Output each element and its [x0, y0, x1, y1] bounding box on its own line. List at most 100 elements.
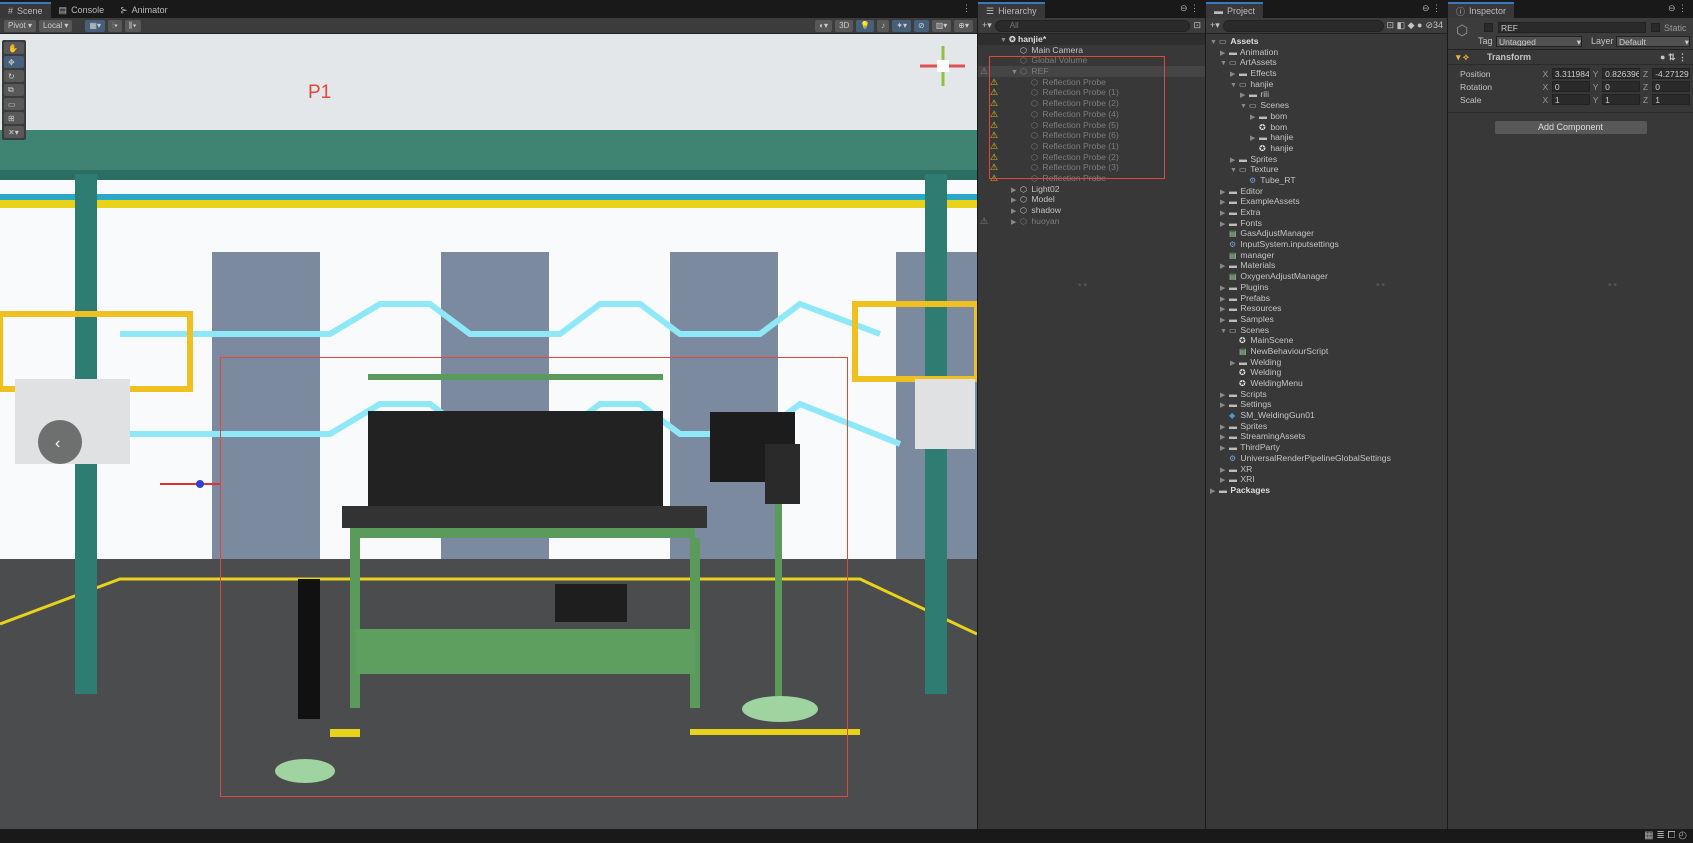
project-item[interactable]: ✪ Welding	[1206, 367, 1447, 378]
lock-icon[interactable]: ⊖ ⋮	[1180, 3, 1199, 14]
project-item[interactable]: ▶ ▬ Resources	[1206, 303, 1447, 314]
project-item[interactable]: ▤ GasAdjustManager	[1206, 228, 1447, 239]
check-icon[interactable]: ◴	[1678, 830, 1687, 841]
project-item[interactable]: ✪ bom	[1206, 122, 1447, 133]
project-item[interactable]: ▶ ▬ Sprites	[1206, 421, 1447, 432]
lighting-toggle[interactable]: 💡	[856, 19, 875, 32]
align-button[interactable]: ⫼▾	[124, 19, 141, 32]
project-item[interactable]: ▶ ▬ Packages	[1206, 485, 1447, 496]
project-item[interactable]: ▶ ▬ hanjie	[1206, 132, 1447, 143]
z-field[interactable]: -4.27129	[1652, 68, 1690, 79]
project-item[interactable]: ▶ ▬ ExampleAssets	[1206, 196, 1447, 207]
project-item[interactable]: ▤ OxygenAdjustManager	[1206, 271, 1447, 282]
project-item[interactable]: ✪ WeldingMenu	[1206, 378, 1447, 389]
scale-tool-icon[interactable]: ⧉	[4, 84, 24, 96]
project-item[interactable]: ▼ ▭ Assets	[1206, 36, 1447, 47]
hidden-objects-toggle[interactable]: ⊘	[914, 19, 929, 32]
hierarchy-item[interactable]: ⬡ Main Camera	[978, 45, 1205, 56]
audio-toggle[interactable]: ♪	[877, 19, 890, 32]
custom-tool-icon[interactable]: ✕▾	[4, 126, 24, 138]
grid-snap-button[interactable]: ▦▾	[85, 19, 105, 32]
tag-dropdown[interactable]: Untagged ▾	[1496, 36, 1582, 47]
project-item[interactable]: ⚙ InputSystem.inputsettings	[1206, 239, 1447, 250]
add-icon[interactable]: +▾	[982, 20, 992, 31]
hand-tool-icon[interactable]: ✋	[4, 42, 24, 54]
project-item[interactable]: ▤ manager	[1206, 250, 1447, 261]
add-icon[interactable]: +▾	[1210, 20, 1220, 31]
draw-mode-dropdown[interactable]: ◐▾	[815, 19, 833, 32]
project-item[interactable]: ▶ ▬ Settings	[1206, 399, 1447, 410]
project-item[interactable]: ▶ ▬ XRI	[1206, 474, 1447, 485]
cache-icon[interactable]: ≣	[1656, 830, 1664, 841]
project-item[interactable]: ▶ ▬ Extra	[1206, 207, 1447, 218]
project-item[interactable]: ▶ ▬ Fonts	[1206, 218, 1447, 229]
hierarchy-item[interactable]: ▶ ⬡ Model	[978, 194, 1205, 205]
project-item[interactable]: ▶ ▬ XR	[1206, 464, 1447, 475]
add-component-button[interactable]: Add Component	[1494, 121, 1647, 134]
project-item[interactable]: ▶ ▬ Samples	[1206, 314, 1447, 325]
lock-icon[interactable]: ⊖ ⋮	[1422, 3, 1441, 14]
scene-root-row[interactable]: ▼ ✪ hanjie*	[978, 34, 1205, 45]
z-field[interactable]: 0	[1652, 81, 1690, 92]
hierarchy-search-input[interactable]: All	[994, 19, 1191, 32]
component-menu-icon[interactable]: ● ⇅ ⋮	[1660, 52, 1687, 63]
project-item[interactable]: ▼ ▭ Scenes	[1206, 325, 1447, 336]
filter-icons[interactable]: ⊡ ◧ ◆ ●	[1387, 20, 1423, 31]
expand-arrow-icon[interactable]: ▶	[1011, 218, 1020, 229]
camera-dropdown[interactable]: ▥▾	[931, 19, 952, 32]
project-item[interactable]: ▶ ▬ rili	[1206, 89, 1447, 100]
project-search-input[interactable]	[1222, 19, 1384, 32]
x-field[interactable]: 0	[1551, 81, 1590, 92]
active-checkbox[interactable]	[1484, 23, 1493, 32]
project-item[interactable]: ▶ ▬ Scripts	[1206, 389, 1447, 400]
y-field[interactable]: 0.826396	[1602, 68, 1640, 79]
transform-tool-icon[interactable]: ⊞	[4, 112, 24, 124]
y-field[interactable]: 1	[1602, 94, 1640, 105]
static-checkbox[interactable]	[1651, 23, 1660, 32]
hierarchy-item[interactable]: ▶ ⬡ Light02	[978, 184, 1205, 195]
lock-icon[interactable]: ⊖ ⋮	[1668, 3, 1687, 14]
hierarchy-item[interactable]: ▶ ⬡ shadow	[978, 205, 1205, 216]
project-item[interactable]: ▶ ▬ Welding	[1206, 357, 1447, 368]
project-item[interactable]: ▶ ▬ Animation	[1206, 47, 1447, 58]
tab-console[interactable]: ▤ Console	[51, 2, 113, 18]
more-icon[interactable]: ⋮	[962, 3, 971, 14]
x-field[interactable]: 1	[1551, 94, 1590, 105]
layer-dropdown[interactable]: Default ▾	[1616, 36, 1690, 47]
move-tool-icon[interactable]: ✥	[4, 56, 24, 68]
project-item[interactable]: ⚙ UniversalRenderPipelineGlobalSettings	[1206, 453, 1447, 464]
project-item[interactable]: ▶ ▬ bom	[1206, 111, 1447, 122]
project-item[interactable]: ✪ MainScene	[1206, 335, 1447, 346]
project-item[interactable]: ▶ ▬ Prefabs	[1206, 293, 1447, 304]
progress-icon[interactable]: ▦	[1644, 830, 1653, 841]
pivot-dropdown[interactable]: Pivot ▾	[4, 19, 37, 32]
x-field[interactable]: 3.311984	[1551, 68, 1590, 79]
tab-inspector[interactable]: ⓘ Inspector	[1448, 2, 1515, 18]
project-item[interactable]: ▶ ▬ Materials	[1206, 260, 1447, 271]
debug-icon[interactable]: ⧠	[1667, 830, 1675, 841]
expand-arrow-icon[interactable]: ▶	[1210, 487, 1219, 498]
toggle-2d-button[interactable]: 3D	[835, 19, 854, 32]
project-item[interactable]: ▶ ▬ Plugins	[1206, 282, 1447, 293]
project-item[interactable]: ▼ ▭ ArtAssets	[1206, 57, 1447, 68]
local-dropdown[interactable]: Local ▾	[39, 19, 73, 32]
project-item[interactable]: ✪ hanjie	[1206, 143, 1447, 154]
object-name-field[interactable]: REF	[1498, 22, 1646, 33]
project-item[interactable]: ▶ ▬ ThirdParty	[1206, 442, 1447, 453]
snap-increment-button[interactable]: ⫶▾	[108, 19, 122, 32]
scene-view[interactable]: ‹ P1 ✋ ✥ ↻ ⧉ ▭ ⊞ ✕▾	[0, 34, 977, 829]
project-item[interactable]: ▤ NewBehaviourScript	[1206, 346, 1447, 357]
project-item[interactable]: ▶ ▬ Effects	[1206, 68, 1447, 79]
rotate-tool-icon[interactable]: ↻	[4, 70, 24, 82]
project-item[interactable]: ▶ ▬ Editor	[1206, 186, 1447, 197]
z-field[interactable]: 1	[1652, 94, 1690, 105]
hierarchy-item[interactable]: ▶ ⬡ huoyan ⚠	[978, 216, 1205, 227]
project-item[interactable]: ▼ ▭ hanjie	[1206, 79, 1447, 90]
tab-hierarchy[interactable]: ☰ Hierarchy	[978, 2, 1045, 18]
rect-tool-icon[interactable]: ▭	[4, 98, 24, 110]
gizmos-dropdown[interactable]: ⊕▾	[954, 19, 973, 32]
transform-header[interactable]: ▾ ⟡ Transform ● ⇅ ⋮	[1448, 50, 1693, 65]
project-item[interactable]: ▼ ▭ Texture	[1206, 164, 1447, 175]
effects-dropdown[interactable]: ✦▾	[892, 19, 911, 32]
y-field[interactable]: 0	[1602, 81, 1640, 92]
